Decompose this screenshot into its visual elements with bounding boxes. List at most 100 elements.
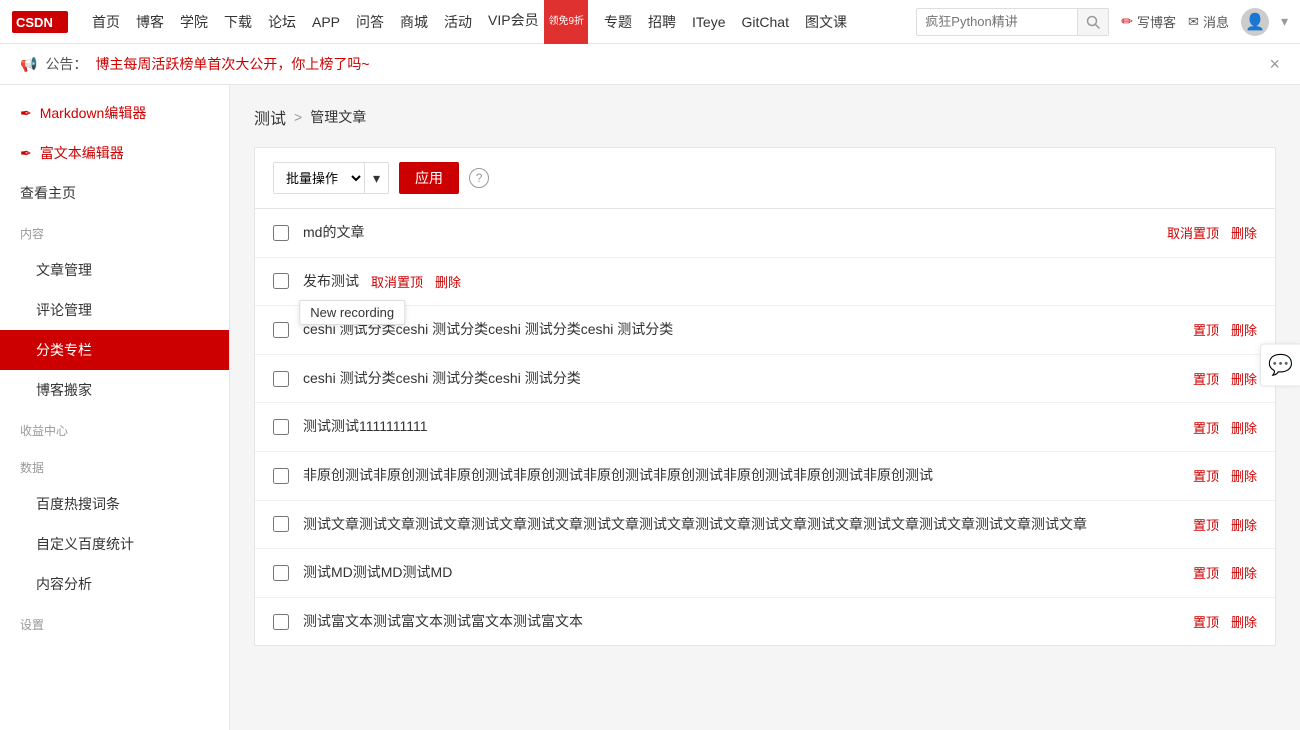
nav-jobs[interactable]: 招聘 [640,0,684,44]
tooltip-wrap: 发布测试 New recording [303,272,359,292]
nav-academy[interactable]: 学院 [172,0,216,44]
sidebar-item-category[interactable]: 分类专栏 [0,330,229,370]
pin-action[interactable]: 置顶 [1193,466,1219,485]
article-list: md的文章 取消置顶 删除 发布测试 New recording 取消置顶 删除 [254,208,1276,646]
delete-action[interactable]: 删除 [1231,320,1257,339]
pin-action[interactable]: 置顶 [1193,563,1219,582]
search-button[interactable] [1077,9,1108,35]
nav-download[interactable]: 下载 [216,0,260,44]
pin-action[interactable]: 取消置顶 [371,272,423,291]
article-actions: 取消置顶 删除 [1167,223,1257,242]
article-checkbox[interactable] [273,225,289,241]
delete-action[interactable]: 删除 [1231,466,1257,485]
message-action[interactable]: ✉ 消息 [1188,12,1229,31]
article-title: 发布测试 [303,273,359,289]
delete-action[interactable]: 删除 [1231,369,1257,388]
nav-shop[interactable]: 商城 [392,0,436,44]
nav-iteye[interactable]: ITeye [684,0,733,44]
sidebar-viewhome[interactable]: 查看主页 [0,173,229,213]
nav-gitchat[interactable]: GitChat [734,0,797,44]
delete-action[interactable]: 删除 [435,272,461,291]
article-checkbox[interactable] [273,565,289,581]
svg-text:CSDN: CSDN [16,15,53,30]
delete-action[interactable]: 删除 [1231,612,1257,631]
mail-icon: ✉ [1188,14,1199,30]
sidebar-section-settings: 设置 [0,608,229,641]
breadcrumb-sub: 管理文章 [310,107,366,127]
article-checkbox[interactable] [273,273,289,289]
nav-special[interactable]: 专题 [596,0,640,44]
pin-action[interactable]: 置顶 [1193,515,1219,534]
nav-home[interactable]: 首页 [84,0,128,44]
batch-select-input[interactable]: 批量操作 [274,163,364,193]
nav-events[interactable]: 活动 [436,0,480,44]
article-title: 非原创测试非原创测试非原创测试非原创测试非原创测试非原创测试非原创测试非原创测试… [303,466,1181,486]
write-blog-action[interactable]: ✏ 写博客 [1121,12,1176,31]
nav-ask[interactable]: 问答 [348,0,392,44]
announcement-link[interactable]: 博主每周活跃榜单首次大公开，你上榜了吗~ [95,54,369,74]
select-arrow-icon[interactable]: ▾ [364,163,388,193]
batch-operation-select[interactable]: 批量操作 ▾ [273,162,389,194]
article-actions: 置顶 删除 [1193,320,1257,339]
nav-vip[interactable]: VIP会员 领免9折 [480,0,596,45]
sidebar-item-comment-manage[interactable]: 评论管理 [0,290,229,330]
search-icon [1086,15,1100,29]
article-checkbox[interactable] [273,371,289,387]
search-input[interactable] [917,9,1077,35]
sidebar-item-blog-move[interactable]: 博客搬家 [0,370,229,410]
delete-action[interactable]: 删除 [1231,563,1257,582]
pin-action[interactable]: 置顶 [1193,612,1219,631]
article-title: 测试MD测试MD测试MD [303,563,1181,583]
article-actions: 置顶 删除 [1193,515,1257,534]
nav-app[interactable]: APP [304,0,348,44]
pin-action[interactable]: 置顶 [1193,418,1219,437]
article-actions: 取消置顶 删除 [371,272,461,291]
article-checkbox[interactable] [273,419,289,435]
close-icon[interactable]: × [1269,55,1280,73]
sidebar-item-content-analysis[interactable]: 内容分析 [0,564,229,604]
pin-action[interactable]: 置顶 [1193,320,1219,339]
dropdown-chevron-icon[interactable]: ▾ [1281,13,1288,30]
nav-tuwencourse[interactable]: 图文课 [797,0,855,44]
sidebar-section-data: 数据 [0,451,229,484]
article-title: 测试富文本测试富文本测试富文本测试富文本 [303,612,1181,632]
breadcrumb-sep: > [294,109,302,125]
sidebar-item-baidu-analytics[interactable]: 自定义百度统计 [0,524,229,564]
avatar[interactable]: 👤 [1241,8,1269,36]
sidebar-richtext-editor[interactable]: ✒ 富文本编辑器 [0,133,229,173]
nav-forum[interactable]: 论坛 [260,0,304,44]
announcement-icon: 📢 [20,56,37,73]
table-row: 非原创测试非原创测试非原创测试非原创测试非原创测试非原创测试非原创测试非原创测试… [255,452,1275,501]
logo[interactable]: CSDN [12,11,68,33]
table-row: 测试MD测试MD测试MD 置顶 删除 [255,549,1275,598]
article-checkbox[interactable] [273,516,289,532]
article-title: ceshi 测试分类ceshi 测试分类ceshi 测试分类 [303,369,1181,389]
help-icon[interactable]: ? [469,168,489,188]
sidebar-section-content: 内容 [0,217,229,250]
article-title: 测试文章测试文章测试文章测试文章测试文章测试文章测试文章测试文章测试文章测试文章… [303,515,1181,535]
delete-action[interactable]: 删除 [1231,418,1257,437]
apply-button[interactable]: 应用 [399,162,459,194]
pin-action[interactable]: 置顶 [1193,369,1219,388]
pin-action[interactable]: 取消置顶 [1167,223,1219,242]
nav-blog[interactable]: 博客 [128,0,172,44]
sidebar-markdown-editor[interactable]: ✒ Markdown编辑器 [0,93,229,133]
delete-action[interactable]: 删除 [1231,515,1257,534]
table-row: ceshi 测试分类ceshi 测试分类ceshi 测试分类 置顶 删除 [255,355,1275,404]
delete-action[interactable]: 删除 [1231,223,1257,242]
article-checkbox[interactable] [273,468,289,484]
vip-badge: 领免9折 [544,0,588,45]
table-row: 测试文章测试文章测试文章测试文章测试文章测试文章测试文章测试文章测试文章测试文章… [255,501,1275,550]
sidebar-item-baidu-hot[interactable]: 百度热搜词条 [0,484,229,524]
table-row: md的文章 取消置顶 删除 [255,209,1275,258]
search-bar [916,8,1109,36]
article-checkbox[interactable] [273,322,289,338]
topnav-actions: ✏ 写博客 ✉ 消息 👤 ▾ [1121,8,1288,36]
article-checkbox[interactable] [273,614,289,630]
float-button[interactable]: 💬 [1260,344,1300,387]
sidebar-item-article-manage[interactable]: 文章管理 [0,250,229,290]
announcement-bar: 📢 公告： 博主每周活跃榜单首次大公开，你上榜了吗~ × [0,44,1300,85]
table-row: 测试富文本测试富文本测试富文本测试富文本 置顶 删除 [255,598,1275,646]
table-row: 发布测试 New recording 取消置顶 删除 [255,258,1275,307]
main-content: 测试 > 管理文章 批量操作 ▾ 应用 ? md的文章 取消置顶 [230,85,1300,730]
